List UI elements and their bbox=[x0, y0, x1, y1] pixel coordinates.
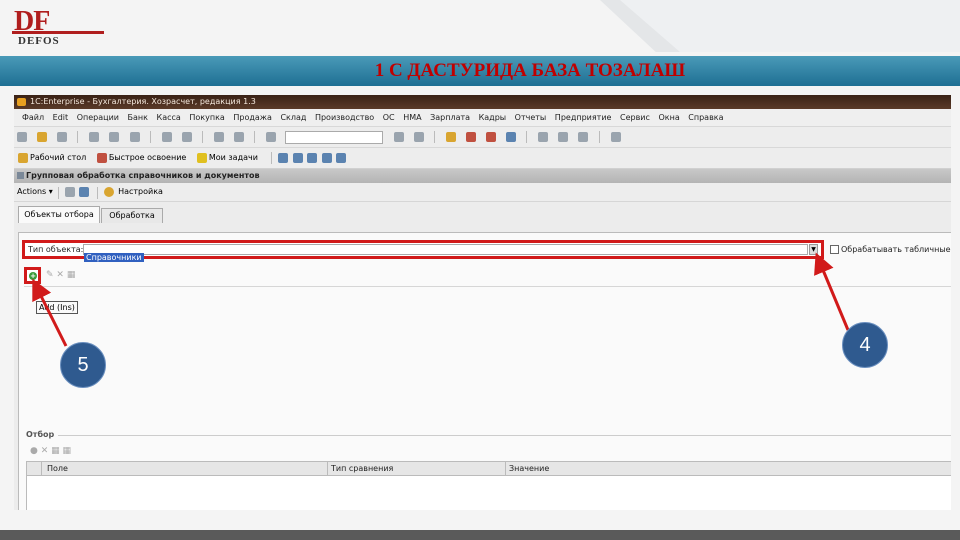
slide: DF DEFOS 1 С ДАСТУРИДА БАЗА ТОЗАЛАШ 1C:E… bbox=[0, 0, 960, 540]
callout-step-5: 5 bbox=[60, 342, 106, 388]
callout-arrows bbox=[32, 252, 850, 347]
bottom-bar bbox=[0, 530, 960, 540]
callout-step-4: 4 bbox=[842, 322, 888, 368]
